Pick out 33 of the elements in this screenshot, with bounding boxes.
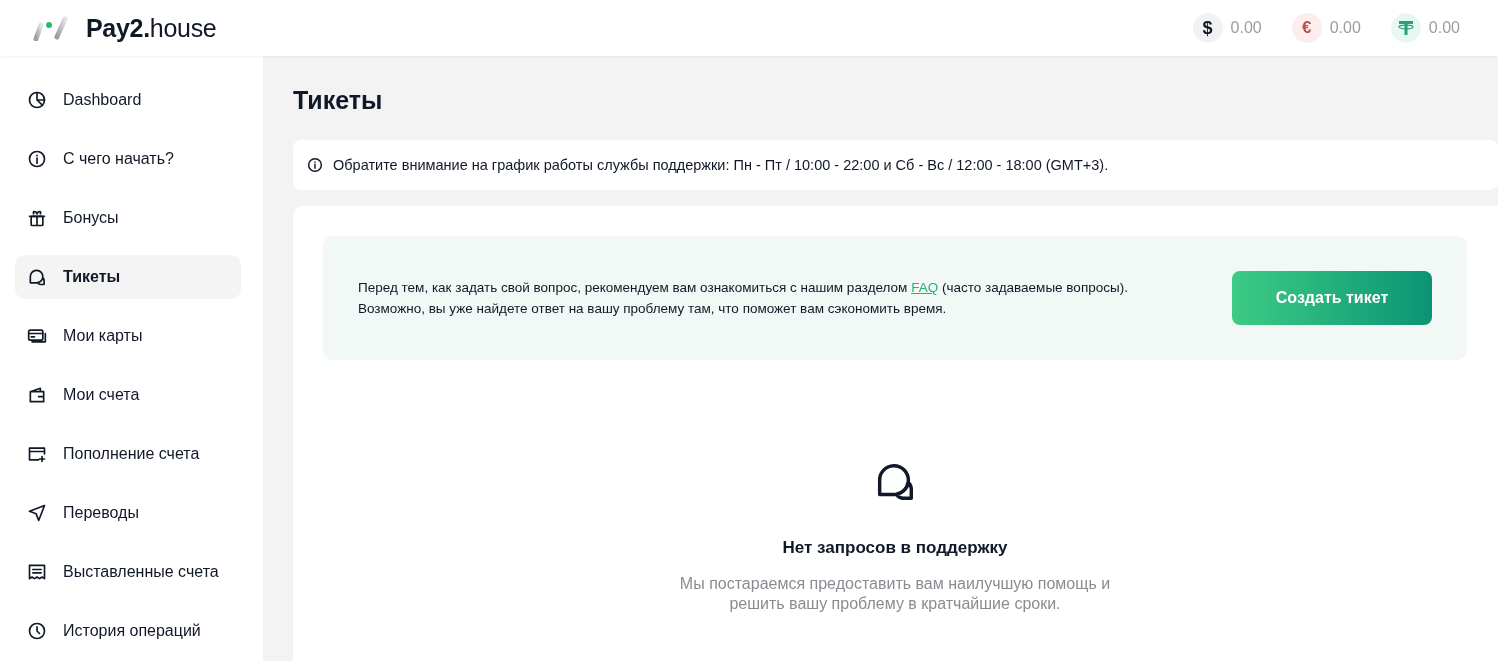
sidebar-item[interactable]: Выставленные счета	[15, 550, 241, 594]
gift-icon	[27, 208, 47, 228]
sidebar-item[interactable]: Dashboard	[15, 78, 241, 122]
info-icon	[307, 157, 323, 173]
sidebar-item[interactable]: Мои карты	[15, 314, 241, 358]
clock-icon	[27, 621, 47, 641]
tether-icon	[1390, 13, 1421, 43]
wallet-icon	[27, 385, 47, 405]
sidebar-item[interactable]: Мои счета	[15, 373, 241, 417]
info-icon	[27, 149, 47, 169]
notice-text: Обратите внимание на график работы службы поддержки: Пн - Пт / 10:00 - 22:00 и Сб - Вс / 12:00 - 18:00 (GMT+3).	[333, 157, 1109, 173]
faq-hint-text: Перед тем, как задать свой вопрос, рекомендуем вам ознакомиться с нашим разделом FAQ (часто задаваемые вопросы). Возможно, вы уже найдете ответ на вашу проблему там, что поможет вам сэкономить время.	[358, 279, 1128, 318]
sidebar-item[interactable]: Тикеты	[15, 255, 241, 299]
sidebar-item[interactable]: История операций	[15, 609, 241, 653]
card-plus-icon	[27, 444, 47, 464]
send-icon	[27, 503, 47, 523]
sidebar-item[interactable]: Пополнение счета	[15, 432, 241, 476]
sidebar-item[interactable]: С чего начать?	[15, 137, 241, 181]
chat-icon	[27, 267, 47, 287]
empty-state-description: Мы постараемся предоставить вам наилучшую помощь и решить вашу проблему в кратчайшие сроки.	[678, 574, 1112, 614]
pie-chart-icon	[27, 90, 47, 110]
balance-amount: 0.00	[1230, 19, 1262, 37]
balance-amount: 0.00	[1428, 19, 1460, 37]
sidebar-item[interactable]: Бонусы	[15, 196, 241, 240]
brand-name: Pay2.house	[86, 13, 217, 43]
sidebar-item[interactable]: Переводы	[15, 491, 241, 535]
cards-icon	[27, 326, 47, 346]
balance-amount: 0.00	[1329, 19, 1361, 37]
page-title: Тикеты	[293, 86, 384, 115]
dollar-icon: $	[1192, 13, 1223, 43]
receipt-icon	[27, 562, 47, 582]
euro-icon: €	[1291, 13, 1322, 43]
empty-state-title: Нет запросов в поддержку	[782, 538, 1008, 558]
